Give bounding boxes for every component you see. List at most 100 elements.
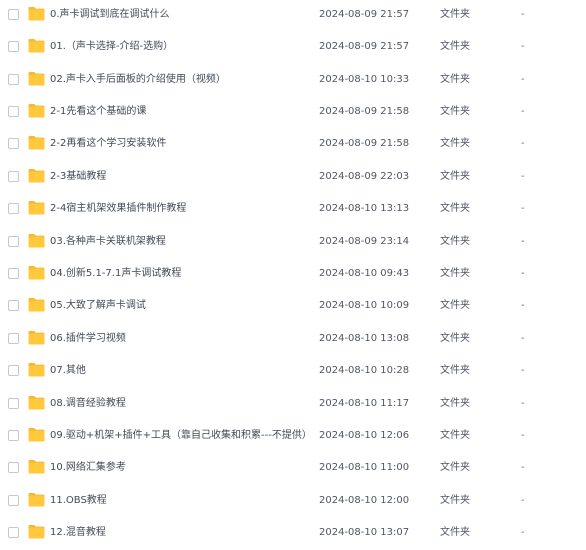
row-checkbox[interactable] <box>8 9 19 20</box>
folder-icon <box>28 362 45 377</box>
row-checkbox[interactable] <box>8 300 19 311</box>
file-row[interactable]: 04.创新5.1-7.1声卡调试教程 2024-08-10 09:43 文件夹 - <box>0 259 586 291</box>
file-row[interactable]: 08.调音经验教程 2024-08-10 11:17 文件夹 - <box>0 389 586 421</box>
folder-icon <box>28 103 45 118</box>
file-name-link[interactable]: 2-1先看这个基础的课 <box>50 105 146 119</box>
file-row[interactable]: 03.各种声卡关联机架教程 2024-08-09 23:14 文件夹 - <box>0 227 586 259</box>
row-checkbox[interactable] <box>8 527 19 538</box>
folder-icon <box>28 524 45 539</box>
file-name-link[interactable]: 2-4宿主机架效果插件制作教程 <box>50 202 186 216</box>
file-name-link[interactable]: 10.网络汇集参考 <box>50 461 126 475</box>
file-type: 文件夹 <box>440 333 470 344</box>
row-checkbox[interactable] <box>8 430 19 441</box>
row-checkbox[interactable] <box>8 398 19 409</box>
row-checkbox[interactable] <box>8 236 19 247</box>
file-row[interactable]: 0.声卡调试到底在调试什么 2024-08-09 21:57 文件夹 - <box>0 0 586 32</box>
file-name-link[interactable]: 2-3基础教程 <box>50 170 106 184</box>
row-checkbox[interactable] <box>8 462 19 473</box>
file-row[interactable]: 2-2再看这个学习安装软件 2024-08-09 21:58 文件夹 - <box>0 129 586 161</box>
file-name-link[interactable]: 02.声卡入手后面板的介绍使用（视频） <box>50 73 226 87</box>
row-checkbox[interactable] <box>8 106 19 117</box>
row-checkbox[interactable] <box>8 365 19 376</box>
file-type: 文件夹 <box>440 171 470 182</box>
row-checkbox[interactable] <box>8 171 19 182</box>
file-type: 文件夹 <box>440 398 470 409</box>
folder-icon <box>28 330 45 345</box>
file-row[interactable]: 09.驱动+机架+插件+工具（靠自己收集和积累---不提供） 2024-08-10… <box>0 421 586 453</box>
file-row[interactable]: 2-4宿主机架效果插件制作教程 2024-08-10 13:13 文件夹 - <box>0 194 586 226</box>
file-name-link[interactable]: 05.大致了解声卡调试 <box>50 299 146 313</box>
modified-date: 2024-08-10 11:17 <box>319 398 410 409</box>
file-type: 文件夹 <box>440 74 470 85</box>
modified-date: 2024-08-10 09:43 <box>319 268 410 279</box>
file-type: 文件夹 <box>440 268 470 279</box>
file-size: - <box>521 495 525 506</box>
file-row[interactable]: 10.网络汇集参考 2024-08-10 11:00 文件夹 - <box>0 453 586 485</box>
file-name-link[interactable]: 06.插件学习视频 <box>50 332 126 346</box>
row-checkbox[interactable] <box>8 74 19 85</box>
modified-date: 2024-08-09 21:57 <box>319 41 410 52</box>
folder-icon <box>28 395 45 410</box>
modified-date: 2024-08-09 23:14 <box>319 236 410 247</box>
file-name-link[interactable]: 08.调音经验教程 <box>50 397 126 411</box>
row-checkbox[interactable] <box>8 333 19 344</box>
file-size: - <box>521 203 525 214</box>
modified-date: 2024-08-10 10:09 <box>319 300 410 311</box>
row-checkbox[interactable] <box>8 41 19 52</box>
file-row[interactable]: 2-3基础教程 2024-08-09 22:03 文件夹 - <box>0 162 586 194</box>
file-type: 文件夹 <box>440 430 470 441</box>
file-name-link[interactable]: 2-2再看这个学习安装软件 <box>50 137 166 151</box>
modified-date: 2024-08-10 11:00 <box>319 462 410 473</box>
file-row[interactable]: 05.大致了解声卡调试 2024-08-10 10:09 文件夹 - <box>0 291 586 323</box>
file-size: - <box>521 138 525 149</box>
folder-icon <box>28 459 45 474</box>
file-type: 文件夹 <box>440 462 470 473</box>
file-name-link[interactable]: 12.混音教程 <box>50 526 106 540</box>
folder-icon <box>28 297 45 312</box>
file-size: - <box>521 41 525 52</box>
file-name-link[interactable]: 04.创新5.1-7.1声卡调试教程 <box>50 267 181 281</box>
file-type: 文件夹 <box>440 365 470 376</box>
file-size: - <box>521 430 525 441</box>
folder-icon <box>28 6 45 21</box>
file-name-link[interactable]: 03.各种声卡关联机架教程 <box>50 235 166 249</box>
file-type: 文件夹 <box>440 138 470 149</box>
file-size: - <box>521 527 525 538</box>
file-name-link[interactable]: 01.（声卡选择-介绍-选购） <box>50 40 173 54</box>
file-type: 文件夹 <box>440 300 470 311</box>
modified-date: 2024-08-10 13:07 <box>319 527 410 538</box>
file-name-link[interactable]: 09.驱动+机架+插件+工具（靠自己收集和积累---不提供） <box>50 429 312 443</box>
row-checkbox[interactable] <box>8 138 19 149</box>
folder-icon <box>28 168 45 183</box>
file-name-link[interactable]: 11.OBS教程 <box>50 494 107 508</box>
modified-date: 2024-08-10 10:28 <box>319 365 410 376</box>
file-row[interactable]: 01.（声卡选择-介绍-选购） 2024-08-09 21:57 文件夹 - <box>0 32 586 64</box>
file-size: - <box>521 106 525 117</box>
row-checkbox[interactable] <box>8 495 19 506</box>
folder-icon <box>28 427 45 442</box>
file-size: - <box>521 9 525 20</box>
file-row[interactable]: 06.插件学习视频 2024-08-10 13:08 文件夹 - <box>0 324 586 356</box>
file-name-link[interactable]: 07.其他 <box>50 364 86 378</box>
modified-date: 2024-08-09 22:03 <box>319 171 410 182</box>
file-size: - <box>521 462 525 473</box>
file-size: - <box>521 74 525 85</box>
row-checkbox[interactable] <box>8 203 19 214</box>
file-row[interactable]: 2-1先看这个基础的课 2024-08-09 21:58 文件夹 - <box>0 97 586 129</box>
modified-date: 2024-08-09 21:58 <box>319 138 410 149</box>
folder-icon <box>28 492 45 507</box>
file-type: 文件夹 <box>440 236 470 247</box>
folder-icon <box>28 38 45 53</box>
file-name-link[interactable]: 0.声卡调试到底在调试什么 <box>50 8 170 22</box>
file-row[interactable]: 07.其他 2024-08-10 10:28 文件夹 - <box>0 356 586 388</box>
row-checkbox[interactable] <box>8 268 19 279</box>
modified-date: 2024-08-10 12:00 <box>319 495 410 506</box>
file-row[interactable]: 02.声卡入手后面板的介绍使用（视频） 2024-08-10 10:33 文件夹 - <box>0 65 586 97</box>
file-row[interactable]: 12.混音教程 2024-08-10 13:07 文件夹 - <box>0 518 586 550</box>
file-row[interactable]: 11.OBS教程 2024-08-10 12:00 文件夹 - <box>0 486 586 518</box>
file-type: 文件夹 <box>440 106 470 117</box>
file-list: 0.声卡调试到底在调试什么 2024-08-09 21:57 文件夹 -01.（声卡选… <box>0 0 586 550</box>
folder-icon <box>28 71 45 86</box>
file-size: - <box>521 300 525 311</box>
file-size: - <box>521 398 525 409</box>
